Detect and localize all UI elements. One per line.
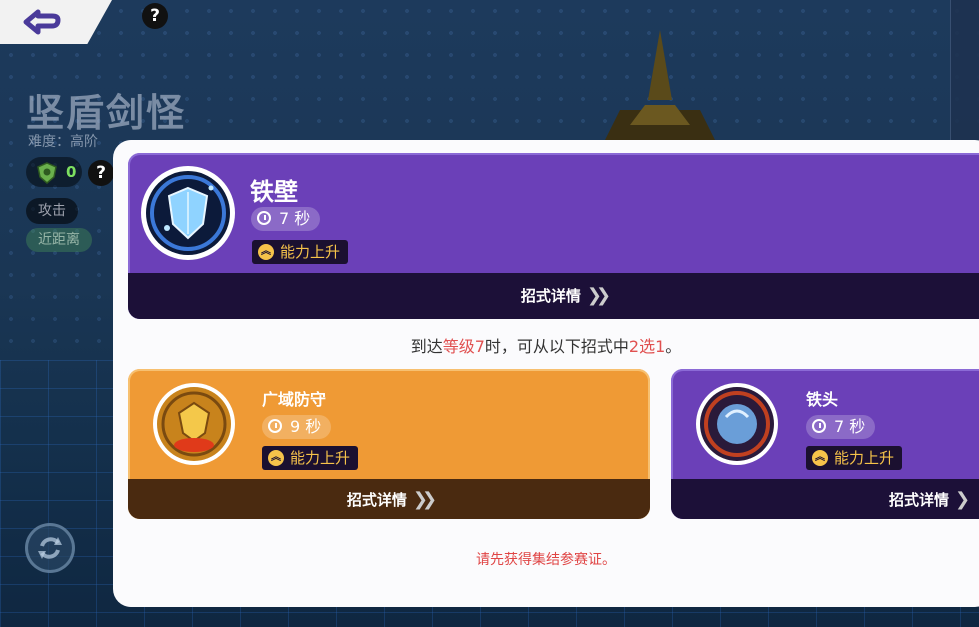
double-chevron-icon: ❯❯	[412, 489, 437, 510]
category-text: 能力上升	[290, 449, 351, 467]
category-text: 能力上升	[280, 243, 341, 261]
help-icon[interactable]: ?	[142, 3, 168, 29]
wide-guard-icon	[153, 383, 235, 465]
cooldown-text: 7 秒	[279, 209, 311, 228]
clock-icon	[268, 419, 282, 433]
cooldown-text: 9 秒	[290, 417, 322, 436]
move-details-label: 招式详情	[520, 287, 581, 305]
clock-icon	[257, 211, 271, 225]
swap-button[interactable]	[25, 523, 75, 573]
level-notice: 到达等级7时，可从以下招式中2选1。	[113, 333, 979, 357]
shield-icon	[37, 162, 57, 184]
move-name: 广域防守	[262, 390, 327, 409]
help-icon[interactable]: ?	[88, 160, 114, 186]
notice-text: 时，可从以下招式中	[484, 337, 629, 356]
double-chevron-icon: ❯	[955, 489, 970, 510]
iron-defense-icon	[141, 166, 235, 260]
move-details-bar[interactable]: 招式详情 ❯❯	[128, 273, 979, 319]
stat-up-icon: ︽	[812, 450, 828, 466]
stat-up-icon: ︽	[268, 450, 284, 466]
move-name: 铁壁	[250, 178, 298, 206]
double-chevron-icon: ❯❯	[586, 285, 611, 306]
notice-level: 等级7	[442, 337, 485, 356]
move-details-bar[interactable]: 招式详情 ❯	[671, 479, 979, 519]
notice-text: 。	[665, 337, 682, 356]
cooldown-pill: 9 秒	[262, 415, 332, 439]
cooldown-pill: 7 秒	[806, 415, 876, 439]
refresh-icon	[38, 537, 62, 559]
iron-head-icon	[696, 383, 778, 465]
notice-text: 到达	[410, 337, 443, 356]
stat-value: 0	[66, 163, 77, 181]
side-panel-edge	[950, 0, 979, 140]
move-details-label: 招式详情	[889, 491, 950, 509]
cooldown-text: 7 秒	[834, 417, 866, 436]
difficulty-label: 难度：高阶	[28, 134, 98, 150]
range-tag: 近距离	[26, 228, 92, 252]
cooldown-pill: 7 秒	[251, 207, 321, 231]
clock-icon	[812, 419, 826, 433]
stat-up-icon: ︽	[258, 244, 274, 260]
role-tag: 攻击	[26, 198, 78, 224]
move-details-label: 招式详情	[346, 491, 407, 509]
category-badge: ︽ 能力上升	[806, 446, 903, 470]
category-text: 能力上升	[834, 449, 895, 467]
pokemon-name: 坚盾剑怪	[26, 91, 187, 135]
move-details-bar[interactable]: 招式详情 ❯❯	[128, 479, 650, 519]
move-name: 铁头	[806, 390, 839, 409]
pokemon-model-sword	[600, 30, 720, 150]
notice-choice: 2选1	[628, 337, 666, 356]
category-badge: ︽ 能力上升	[262, 446, 359, 470]
warning-text: 请先获得集结参赛证。	[476, 552, 616, 568]
back-arrow-icon	[23, 9, 61, 35]
category-badge: ︽ 能力上升	[252, 240, 349, 264]
